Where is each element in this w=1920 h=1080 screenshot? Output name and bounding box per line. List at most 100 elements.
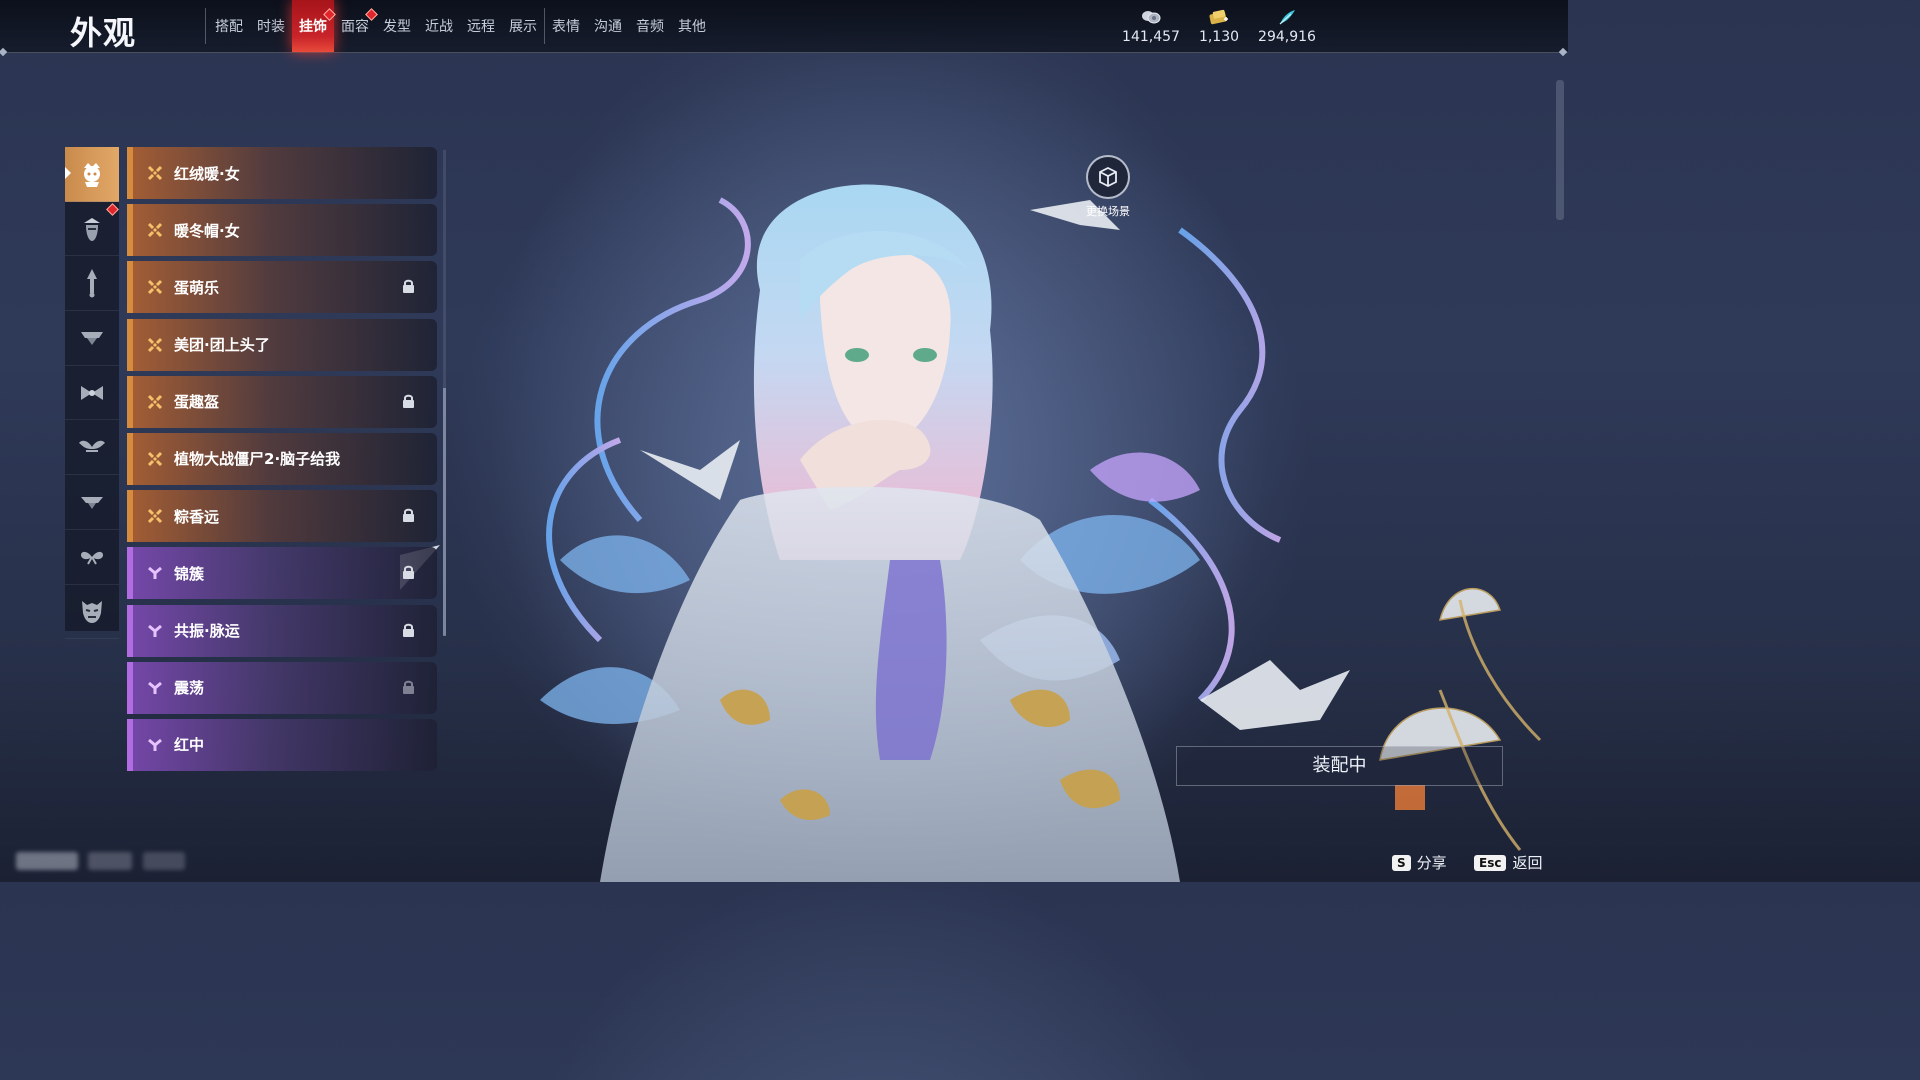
list-item[interactable]: 红中 (127, 718, 437, 771)
page-title: 外观 (70, 14, 137, 52)
tab-outfit-set[interactable]: 搭配 (208, 0, 250, 52)
item-name: 植物大战僵尸2·脑子给我 (174, 450, 341, 469)
tab-accessory[interactable]: 挂饰 (292, 0, 336, 52)
back-hotkey[interactable]: Esc 返回 (1474, 852, 1542, 873)
title-divider (205, 8, 206, 44)
new-badge-icon (106, 202, 119, 216)
gold-ticket-icon (1209, 9, 1228, 25)
lock-icon (403, 280, 414, 294)
hat-accessory-icon (81, 496, 103, 509)
tab-label: 搭配 (215, 19, 243, 35)
list-item[interactable]: 蛋萌乐 (127, 261, 437, 314)
category-wing[interactable] (65, 420, 119, 476)
bow-accessory-icon (81, 385, 103, 400)
item-name: 暖冬帽·女 (174, 221, 240, 240)
blurred-info (88, 852, 132, 870)
butterfly-accessory-icon (81, 551, 103, 565)
purple-rarity-icon (148, 567, 162, 580)
tab-label: 远程 (467, 19, 495, 35)
purple-rarity-icon (148, 624, 162, 637)
change-scene-label: 更换场景 (1086, 205, 1130, 218)
tab-label: 挂饰 (299, 19, 327, 35)
feather-value: 294,916 (1258, 29, 1316, 45)
item-name: 红绒暖·女 (174, 164, 240, 183)
top-bar: 外观 搭配 时装 挂饰 面容 发型 近战 远程 展示 表情 沟通 音频 其他 1… (0, 0, 1568, 53)
category-waist[interactable] (65, 311, 119, 366)
lock-icon (403, 680, 414, 694)
waist-accessory-icon (81, 331, 103, 345)
right-edge-scrollbar[interactable] (1556, 80, 1564, 220)
item-name: 美团·团上头了 (174, 336, 270, 355)
list-item[interactable]: 暖冬帽·女 (127, 204, 437, 257)
item-name: 粽香远 (174, 507, 220, 526)
tab-ranged[interactable]: 远程 (460, 0, 502, 52)
item-name: 蛋萌乐 (174, 278, 220, 297)
tab-other[interactable]: 其他 (671, 0, 713, 52)
tab-fashion[interactable]: 时装 (250, 0, 292, 52)
accessory-list: 红绒暖·女 暖冬帽·女 蛋萌乐 美团·团上头了 蛋趣盔 植物大战僵尸2·脑子给我… (127, 147, 437, 776)
orange-rarity-icon (147, 337, 163, 352)
tab-melee[interactable]: 近战 (418, 0, 460, 52)
category-back[interactable] (65, 256, 119, 312)
tab-label: 近战 (425, 19, 453, 35)
list-item[interactable]: 红绒暖·女 (127, 147, 437, 199)
category-hat[interactable] (65, 475, 119, 530)
orange-rarity-icon (147, 509, 163, 524)
blurred-info (16, 852, 78, 870)
lock-icon (403, 394, 414, 408)
orange-rarity-icon (147, 394, 163, 409)
cube-scene-icon (1099, 166, 1117, 188)
tab-face[interactable]: 面容 (334, 0, 378, 52)
tab-label: 发型 (383, 19, 411, 35)
lock-icon (403, 508, 414, 523)
list-item[interactable]: 锦簇 (127, 547, 437, 600)
category-sidebar (65, 147, 119, 640)
lock-icon (403, 566, 414, 580)
item-name: 红中 (174, 736, 205, 755)
tab-label: 面容 (341, 19, 369, 35)
tab-display[interactable]: 展示 (502, 0, 544, 52)
tab-audio[interactable]: 音频 (629, 0, 671, 52)
list-item[interactable]: 美团·团上头了 (127, 318, 437, 371)
orange-rarity-icon (147, 280, 163, 295)
mask-accessory-icon (82, 601, 102, 624)
wing-accessory-icon (79, 441, 105, 453)
list-item[interactable]: 震荡 (127, 661, 437, 714)
item-name: 锦簇 (174, 564, 205, 583)
category-butterfly[interactable] (65, 530, 119, 585)
list-item[interactable]: 共振·脉运 (127, 604, 437, 657)
category-mask[interactable] (65, 585, 119, 640)
purple-rarity-icon (148, 681, 162, 694)
tab-hairstyle[interactable]: 发型 (376, 0, 418, 52)
tab-bar: 搭配 时装 挂饰 面容 发型 近战 远程 展示 表情 沟通 音频 其他 (208, 0, 713, 52)
currency-feathers[interactable]: 294,916 (1247, 8, 1327, 45)
share-key: S (1392, 854, 1411, 871)
tab-label: 其他 (678, 19, 706, 35)
tab-label: 音频 (636, 19, 664, 35)
list-scrollbar-thumb[interactable] (443, 388, 446, 636)
tab-label: 沟通 (594, 19, 622, 35)
category-bow[interactable] (65, 366, 119, 421)
category-face[interactable] (65, 202, 119, 257)
list-item[interactable]: 蛋趣盔 (127, 375, 437, 428)
change-scene-button[interactable]: 更换场景 (1081, 155, 1135, 219)
equip-status-button[interactable]: 装配中 (1176, 746, 1503, 786)
feather-currency-icon (1279, 10, 1295, 25)
tab-emote[interactable]: 表情 (545, 0, 587, 52)
face-accessory-icon (84, 217, 100, 241)
list-item[interactable]: 植物大战僵尸2·脑子给我 (127, 432, 437, 485)
orange-rarity-icon (147, 223, 163, 238)
blurred-info (143, 852, 185, 870)
coin-stack-icon (1142, 11, 1161, 24)
share-label: 分享 (1416, 854, 1447, 872)
tab-communication[interactable]: 沟通 (587, 0, 629, 52)
scene-button-circle (1086, 155, 1130, 199)
orange-rarity-icon (147, 451, 163, 466)
back-accessory-icon (87, 269, 97, 298)
share-hotkey[interactable]: S 分享 (1392, 852, 1447, 873)
list-item[interactable]: 粽香远 (127, 490, 437, 543)
tab-label: 时装 (257, 19, 285, 35)
item-name: 共振·脉运 (174, 622, 240, 640)
category-head[interactable] (65, 147, 119, 202)
tab-label: 表情 (552, 19, 580, 35)
